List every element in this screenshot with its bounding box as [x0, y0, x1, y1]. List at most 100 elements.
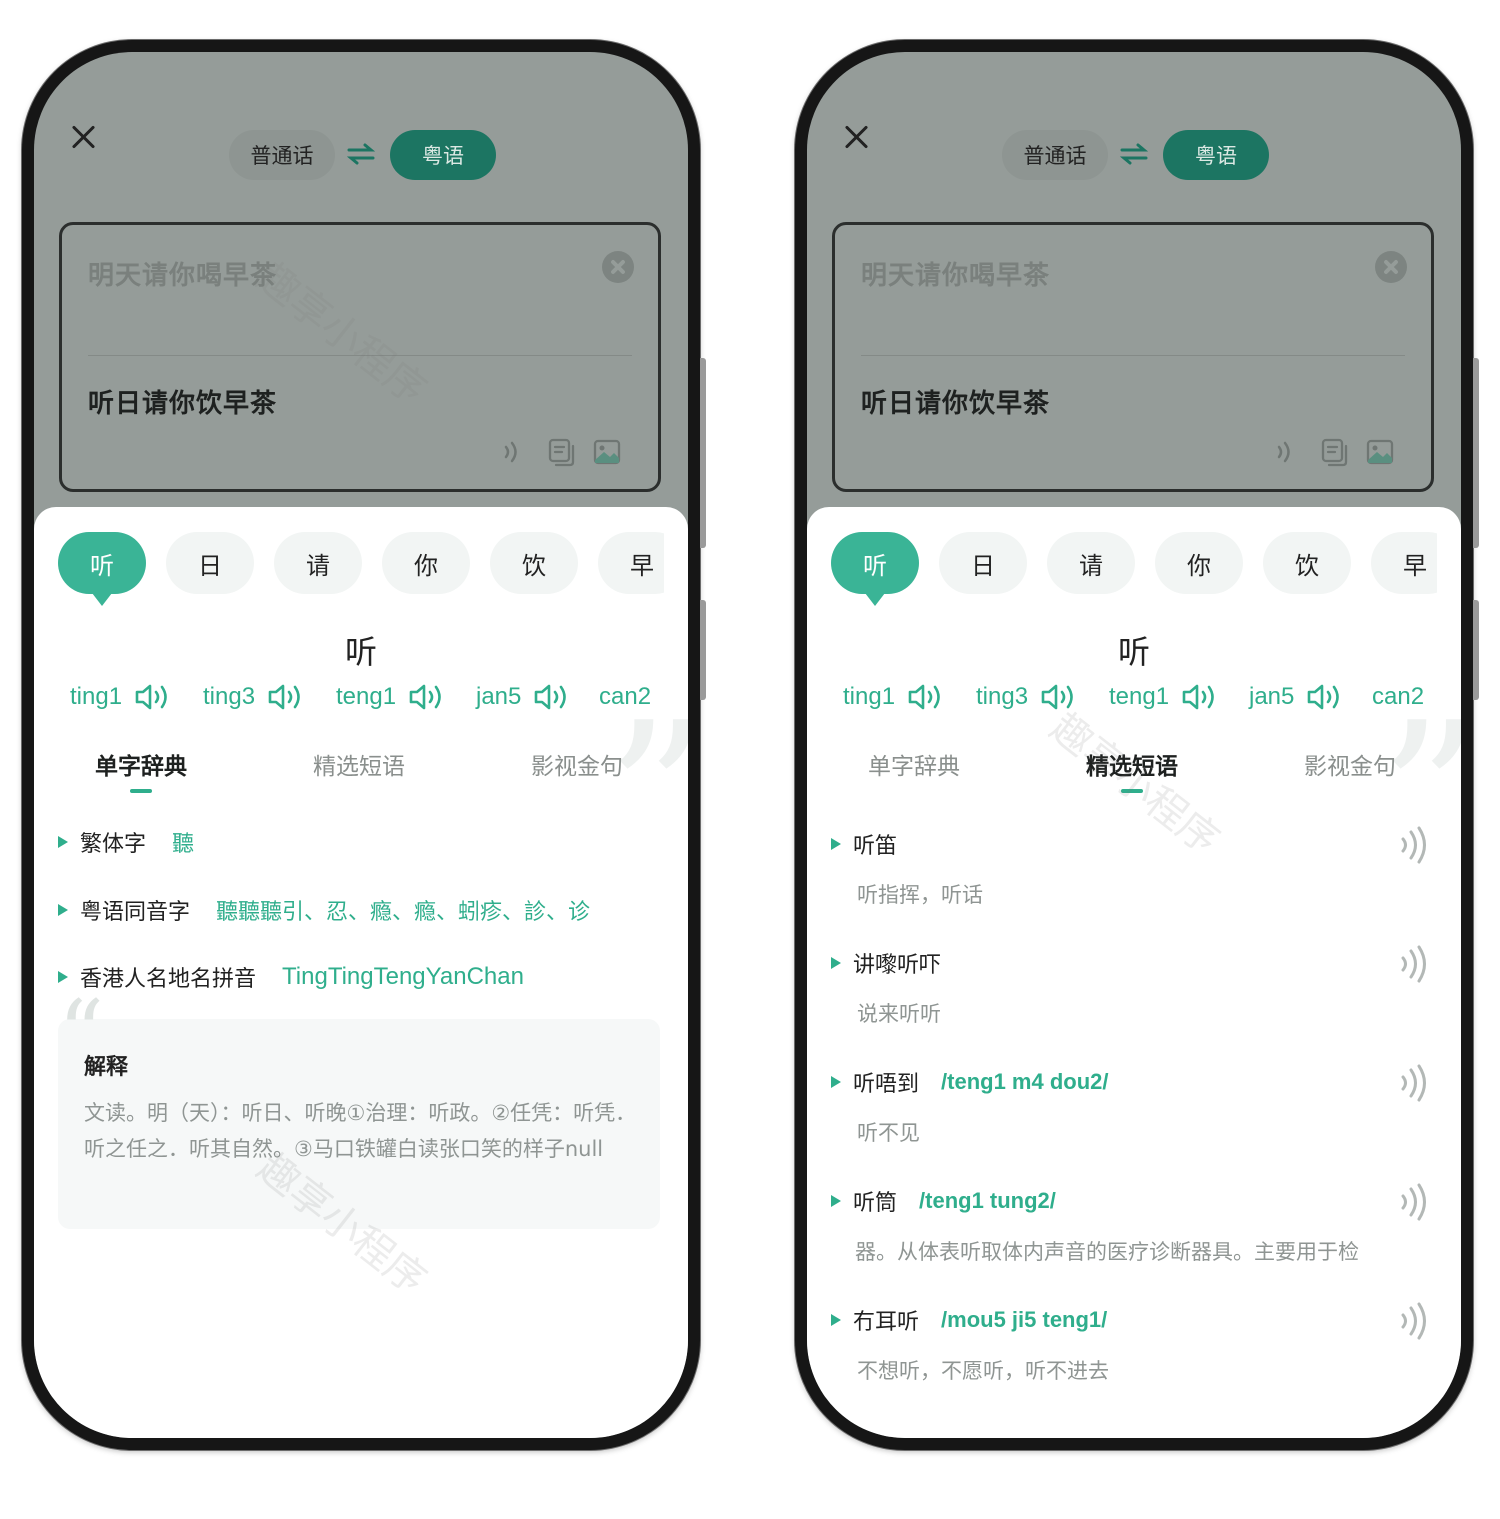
triangle-icon [58, 904, 68, 916]
phrase-item: 讲嚟听吓 说来听听 [831, 944, 1441, 1056]
char-pill-5[interactable]: 早 [1371, 532, 1437, 594]
sound-icon[interactable] [1397, 1301, 1431, 1341]
source-text-input[interactable]: 明天请你喝早茶 [88, 255, 277, 292]
pron-text: jan5 [476, 683, 522, 710]
char-pill-4[interactable]: 饮 [1263, 532, 1351, 594]
phrase-pinyin: /mou5 ji5 teng1/ [941, 1307, 1108, 1332]
pron-text: teng1 [336, 683, 397, 710]
pronunciation-item[interactable]: jan5 [1249, 677, 1344, 717]
phrase-word: 冇耳听 [853, 1310, 920, 1335]
target-language-button[interactable]: 粤语 [390, 130, 496, 180]
pronunciation-item[interactable]: can2 [599, 677, 651, 717]
speaker-icon[interactable] [907, 682, 945, 712]
phrase-item: 听唔到 /teng1 m4 dou2/ 听不见 [831, 1063, 1441, 1175]
pronunciation-item[interactable]: teng1 [1109, 677, 1219, 717]
power-button [1473, 600, 1479, 700]
pronunciation-item[interactable]: can2 [1372, 677, 1424, 717]
selected-character: 听 [1117, 633, 1150, 671]
traditional-value[interactable]: 聽 [172, 826, 194, 858]
pronunciation-item[interactable]: ting3 [203, 677, 305, 717]
source-text-input[interactable]: 明天请你喝早茶 [861, 255, 1050, 292]
char-pill-0[interactable]: 听 [58, 532, 146, 606]
tab-movie-quotes[interactable]: 影视金句 [1285, 747, 1415, 781]
source-language-button[interactable]: 普通话 [1002, 130, 1108, 180]
triangle-icon [831, 957, 841, 969]
traditional-label: 繁体字 [80, 832, 147, 857]
character-detail-sheet: 听 日 请 你 饮 早 ” 听 ting1 ting3 teng1 jan5 c… [34, 507, 688, 1438]
pronunciation-item[interactable]: teng1 [336, 677, 446, 717]
char-pill-2[interactable]: 请 [274, 532, 362, 594]
phrase-item: 冇耳听 /mou5 ji5 teng1/ 不想听，不愿听，听不进去 [831, 1301, 1441, 1413]
speaker-icon[interactable] [267, 682, 305, 712]
sound-icon[interactable] [498, 437, 528, 467]
sound-icon[interactable] [1397, 944, 1431, 984]
pronunciation-item[interactable]: ting1 [843, 677, 945, 717]
phrase-header: 听筒 /teng1 tung2/ [831, 1184, 1056, 1218]
pronunciation-item[interactable]: jan5 [476, 677, 571, 717]
quote-decoration: ” [606, 697, 688, 897]
sound-icon[interactable] [1397, 825, 1431, 865]
image-icon[interactable] [592, 437, 622, 467]
clear-icon[interactable] [1375, 251, 1407, 283]
hk-value: TingTingTengYanChan [282, 963, 524, 990]
tab-dictionary[interactable]: 单字辞典 [76, 747, 206, 793]
copy-icon[interactable] [546, 437, 576, 467]
homophone-value[interactable]: 聽聽聽引、忍、瘾、瘾、蚓疹、診、诊 [216, 894, 590, 926]
volume-button [700, 358, 706, 548]
char-pill-2[interactable]: 请 [1047, 532, 1135, 594]
tab-movie-quotes[interactable]: 影视金句 [512, 747, 642, 781]
pronunciation-item[interactable]: ting1 [70, 677, 172, 717]
pronunciation-item[interactable]: ting3 [976, 677, 1078, 717]
tab-bar: 单字辞典 精选短语 影视金句 [807, 747, 1461, 797]
close-icon[interactable] [68, 122, 98, 152]
char-pill-3[interactable]: 你 [382, 532, 470, 594]
char-pill-1[interactable]: 日 [166, 532, 254, 594]
speaker-icon[interactable] [1040, 682, 1078, 712]
char-pill-4[interactable]: 饮 [490, 532, 578, 594]
screen-phrases: 普通话 粤语 明天请你喝早茶 听日请你饮早茶 听 日 请 你 饮 早 听 tin… [807, 52, 1461, 1438]
phrase-meaning: 听不见 [857, 1121, 920, 1145]
triangle-icon [831, 1195, 841, 1207]
target-language-button[interactable]: 粤语 [1163, 130, 1269, 180]
char-pill-3[interactable]: 你 [1155, 532, 1243, 594]
character-selector: 听 日 请 你 饮 早 [58, 532, 664, 607]
explanation-title: 解释 [84, 1055, 129, 1080]
char-pill-0[interactable]: 听 [831, 532, 919, 606]
speaker-icon[interactable] [134, 682, 172, 712]
triangle-icon [831, 1076, 841, 1088]
char-pill-5[interactable]: 早 [598, 532, 664, 594]
divider [88, 355, 632, 356]
clear-icon[interactable] [602, 251, 634, 283]
phone-frame-right: 普通话 粤语 明天请你喝早茶 听日请你饮早茶 听 日 请 你 饮 早 听 tin… [795, 40, 1479, 1450]
sound-icon[interactable] [1397, 1182, 1431, 1222]
speaker-icon[interactable] [533, 682, 571, 712]
pronunciation-row: ting1 ting3 teng1 jan5 can2 [843, 677, 1461, 717]
tab-phrases[interactable]: 精选短语 [294, 747, 424, 781]
close-icon[interactable] [841, 122, 871, 152]
swap-icon[interactable] [347, 142, 375, 166]
speaker-icon[interactable] [1181, 682, 1219, 712]
source-language-button[interactable]: 普通话 [229, 130, 335, 180]
phrase-header: 讲嚟听吓 [831, 946, 963, 980]
image-icon[interactable] [1365, 437, 1395, 467]
homophone-label: 粤语同音字 [80, 900, 191, 925]
pron-text: can2 [599, 683, 652, 710]
sound-icon[interactable] [1397, 1063, 1431, 1103]
sound-icon[interactable] [1271, 437, 1301, 467]
phrase-item: 听筒 /teng1 tung2/ 器。从体表听取体内声音的医疗诊断器具。主要用于… [831, 1182, 1441, 1294]
speaker-icon[interactable] [1306, 682, 1344, 712]
triangle-icon [831, 838, 841, 850]
tab-dictionary[interactable]: 单字辞典 [849, 747, 979, 781]
pronunciation-row: ting1 ting3 teng1 jan5 can2 [70, 677, 688, 717]
char-pill-1[interactable]: 日 [939, 532, 1027, 594]
character-detail-sheet: 听 日 请 你 饮 早 ” 听 ting1 ting3 teng1 jan5 c… [807, 507, 1461, 1438]
phrase-meaning: 不想听，不愿听，听不进去 [857, 1359, 1109, 1383]
phrase-item: 听笛 听指挥，听话 [831, 825, 1441, 937]
selected-character: 听 [344, 633, 377, 671]
phrase-word: 听唔到 [853, 1072, 920, 1097]
phrase-meaning: 说来听听 [857, 1002, 941, 1026]
copy-icon[interactable] [1319, 437, 1349, 467]
tab-phrases[interactable]: 精选短语 [1067, 747, 1197, 793]
speaker-icon[interactable] [408, 682, 446, 712]
swap-icon[interactable] [1120, 142, 1148, 166]
